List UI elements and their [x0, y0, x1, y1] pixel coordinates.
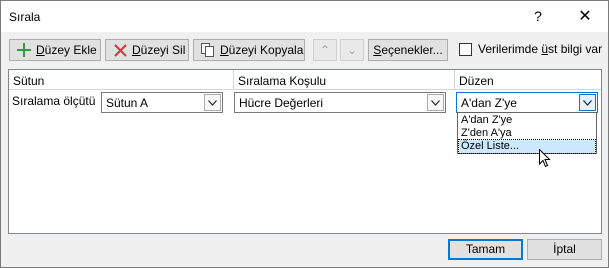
add-level-button[interactable]: Düzey Ekle — [9, 39, 101, 61]
dropdown-option-a-to-z[interactable]: A'dan Z'ye — [459, 114, 595, 127]
sort-dialog: Sırala ? ✕ Düzey Ekle Düzeyi Sil Düzeyi … — [0, 0, 609, 268]
chevron-down-icon[interactable] — [427, 94, 444, 111]
order-combo[interactable]: A'dan Z'ye — [456, 92, 598, 113]
copy-level-label: Düzeyi Kopyala — [220, 43, 304, 57]
cancel-button[interactable]: İptal — [527, 239, 602, 260]
dropdown-option-z-to-a[interactable]: Z'den A'ya — [459, 127, 595, 140]
plus-icon — [16, 42, 32, 58]
header-divider — [454, 70, 455, 89]
dropdown-option-custom-list[interactable]: Özel Liste... — [458, 139, 596, 154]
help-button[interactable]: ? — [515, 1, 561, 32]
header-separator — [9, 89, 601, 90]
column-header-column: Sütun — [13, 74, 45, 88]
ok-button[interactable]: Tamam — [448, 239, 523, 260]
delete-level-button[interactable]: Düzeyi Sil — [105, 39, 189, 61]
add-level-label: Düzey Ekle — [36, 43, 97, 57]
copy-icon — [200, 42, 216, 58]
column-header-order: Düzen — [459, 74, 494, 88]
delete-x-icon — [112, 42, 128, 58]
sort-levels-grid: Sütun Sıralama Koşulu Düzen Sıralama ölç… — [8, 69, 602, 234]
mouse-pointer-icon — [539, 148, 551, 171]
move-up-button[interactable]: ⌃ — [313, 39, 337, 61]
move-down-button[interactable]: ⌄ — [340, 39, 364, 61]
close-button[interactable]: ✕ — [562, 1, 608, 32]
dialog-title: Sırala — [9, 10, 41, 24]
chevron-down-icon[interactable] — [579, 94, 596, 111]
options-button[interactable]: Seçenekler... — [368, 39, 448, 61]
delete-level-label: Düzeyi Sil — [132, 43, 186, 57]
copy-level-button[interactable]: Düzeyi Kopyala — [193, 39, 305, 61]
headers-checkbox-label: Verilerimde üst bilgi var — [478, 42, 603, 56]
headers-checkbox-row[interactable]: Verilerimde üst bilgi var — [459, 42, 602, 56]
column-header-sort-on: Sıralama Koşulu — [238, 74, 327, 88]
order-combo-value: A'dan Z'ye — [461, 96, 517, 110]
chevron-up-icon: ⌃ — [319, 43, 331, 57]
column-combo[interactable]: Sütun A — [101, 92, 223, 113]
headers-checkbox[interactable] — [459, 42, 472, 56]
order-dropdown-list: A'dan Z'ye Z'den A'ya Özel Liste... — [457, 112, 597, 154]
chevron-down-icon: ⌄ — [346, 43, 358, 57]
chevron-down-icon[interactable] — [204, 94, 221, 111]
sort-on-combo[interactable]: Hücre Değerleri — [234, 92, 446, 113]
sort-on-combo-value: Hücre Değerleri — [239, 96, 324, 110]
sort-by-label: Sıralama ölçütü — [12, 94, 96, 108]
title-bar: Sırala ? ✕ — [1, 1, 608, 32]
column-combo-value: Sütun A — [106, 96, 149, 110]
options-label: Seçenekler... — [373, 43, 443, 57]
header-divider — [233, 70, 234, 89]
